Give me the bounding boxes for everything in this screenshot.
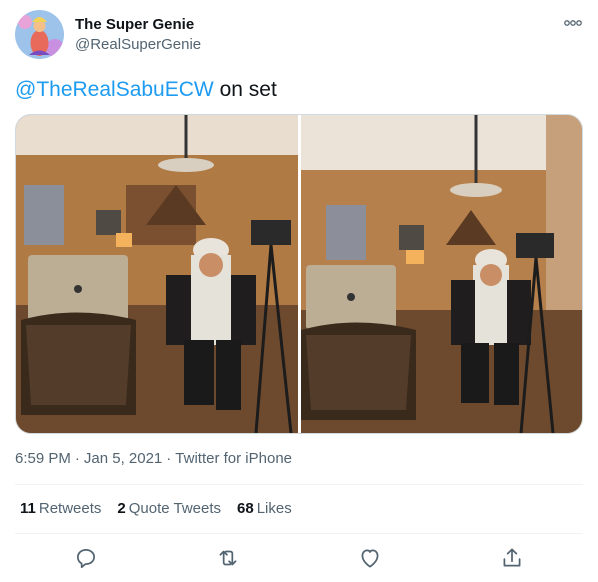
retweets-count: 11: [20, 500, 36, 517]
meta-separator: ·: [166, 450, 172, 467]
photo-1-image: [16, 115, 298, 433]
author-handle[interactable]: @RealSuperGenie: [75, 36, 201, 53]
more-options-icon[interactable]: [560, 14, 586, 34]
genie-avatar-icon: [15, 10, 64, 59]
retweets-label: Retweets: [38, 500, 102, 517]
divider: [15, 484, 583, 485]
photo-1[interactable]: [16, 115, 298, 433]
engagement-stats: 11 Retweets 2 Quote Tweets 68 Likes: [20, 500, 308, 517]
tweet-text-rest: on set: [213, 78, 277, 101]
heart-icon[interactable]: [357, 545, 383, 571]
tweet-date[interactable]: Jan 5, 2021: [84, 450, 162, 467]
media-grid: [15, 114, 583, 434]
quote-tweets-stat[interactable]: 2 Quote Tweets: [117, 500, 221, 517]
tweet-text: @TheRealSabuECW on set: [15, 78, 277, 102]
retweets-stat[interactable]: 11 Retweets: [20, 500, 101, 517]
tweet-time[interactable]: 6:59 PM: [15, 450, 71, 467]
reply-icon[interactable]: [73, 545, 99, 571]
avatar[interactable]: [15, 10, 64, 59]
photo-2-image: [301, 115, 582, 433]
author-name[interactable]: The Super Genie: [75, 16, 194, 33]
quote-tweets-label: Quote Tweets: [128, 500, 222, 517]
likes-label: Likes: [256, 500, 292, 517]
meta-separator: ·: [74, 450, 80, 467]
action-bar: [0, 545, 598, 573]
divider: [15, 533, 583, 534]
tweet-source[interactable]: Twitter for iPhone: [175, 450, 292, 467]
quote-tweets-count: 2: [117, 500, 126, 517]
tweet-meta: 6:59 PM · Jan 5, 2021 · Twitter for iPhone: [15, 450, 296, 467]
tweet-card: The Super Genie @RealSuperGenie @TheReal…: [0, 0, 598, 582]
retweet-icon[interactable]: [215, 545, 241, 571]
likes-stat[interactable]: 68 Likes: [237, 500, 292, 517]
photo-2[interactable]: [301, 115, 582, 433]
share-icon[interactable]: [499, 545, 525, 571]
likes-count: 68: [237, 500, 254, 517]
mention-link[interactable]: @TheRealSabuECW: [15, 78, 214, 101]
